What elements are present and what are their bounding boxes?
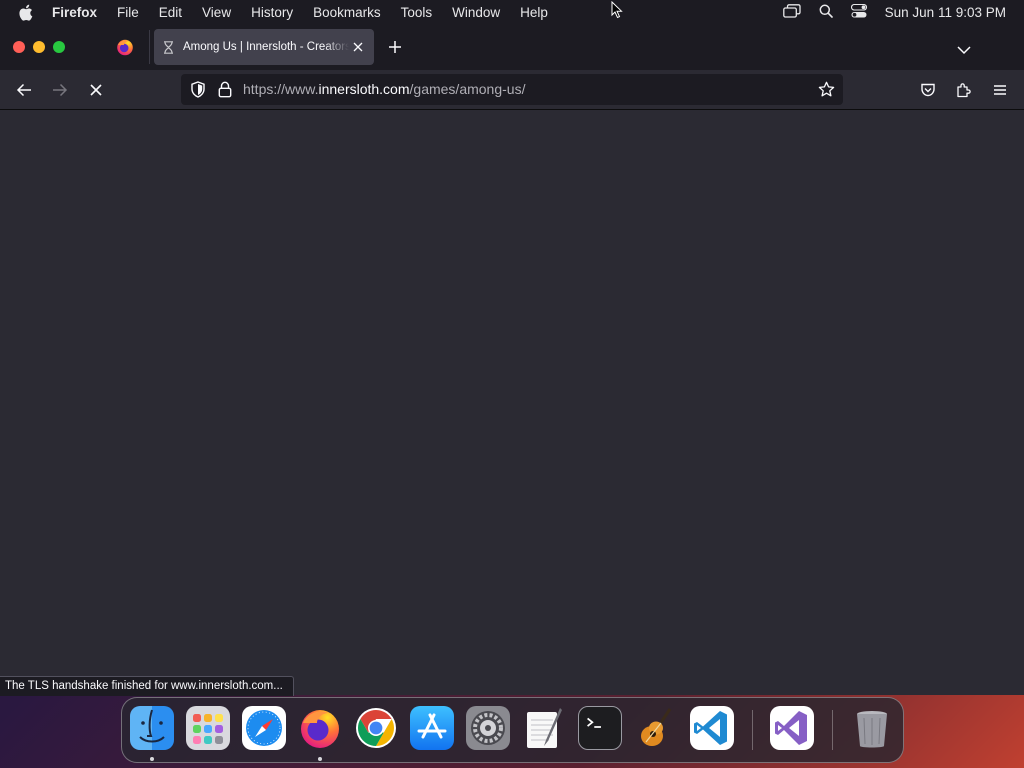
control-center-icon[interactable] (850, 3, 867, 21)
tab-title: Among Us | Innersloth - Creators of Amon… (183, 41, 349, 53)
url-domain: innersloth.com (318, 81, 410, 97)
extensions-puzzle-icon[interactable] (956, 82, 972, 98)
dock-garageband-icon[interactable] (634, 706, 678, 750)
bookmark-star-icon[interactable] (818, 81, 835, 98)
dock-launchpad-icon[interactable] (186, 706, 230, 750)
menu-window[interactable]: Window (452, 5, 500, 20)
dock-app-store-icon[interactable] (410, 706, 454, 750)
menu-help[interactable]: Help (520, 5, 548, 20)
tab-close-icon[interactable] (352, 40, 364, 52)
dock-finder-icon[interactable] (130, 706, 174, 750)
dock-safari-icon[interactable] (242, 706, 286, 750)
list-all-tabs-chevron-icon[interactable] (957, 42, 971, 55)
url-prefix: https://www. (243, 81, 319, 97)
menu-file[interactable]: File (117, 5, 139, 20)
navigation-toolbar: https://www.innersloth.com/games/among-u… (0, 70, 1024, 110)
screen-mirroring-icon[interactable] (782, 3, 801, 21)
macos-dock (121, 697, 904, 763)
macos-menu-bar: Firefox File Edit View History Bookmarks… (0, 0, 1024, 24)
dock-separator (752, 710, 753, 750)
status-panel: The TLS handshake finished for www.inner… (0, 676, 294, 696)
padlock-secure-icon[interactable] (218, 81, 232, 98)
hourglass-loading-icon (163, 40, 175, 54)
address-bar[interactable]: https://www.innersloth.com/games/among-u… (181, 74, 843, 105)
dock-firefox-icon[interactable] (298, 706, 342, 750)
dock-firefox-running-dot (318, 757, 322, 761)
menu-edit[interactable]: Edit (159, 5, 182, 20)
dock-trash-icon[interactable] (850, 706, 894, 750)
menu-view[interactable]: View (202, 5, 231, 20)
tracking-protection-shield-icon[interactable] (190, 81, 206, 98)
dock-visual-studio-icon[interactable] (770, 706, 814, 750)
menu-tools[interactable]: Tools (401, 5, 433, 20)
pocket-icon[interactable] (920, 82, 936, 98)
mouse-cursor-icon (611, 1, 623, 19)
firefox-view-icon[interactable] (116, 38, 134, 56)
new-tab-plus-icon[interactable] (388, 40, 402, 54)
menu-bookmarks[interactable]: Bookmarks (313, 5, 381, 20)
dock-textedit-icon[interactable] (522, 706, 566, 750)
menu-app-name[interactable]: Firefox (52, 5, 97, 20)
back-arrow-icon[interactable] (16, 82, 32, 98)
menu-history[interactable]: History (251, 5, 293, 20)
stop-loading-icon[interactable] (88, 82, 104, 98)
tab-strip: Among Us | Innersloth - Creators of Amon… (0, 24, 1024, 70)
apple-logo-icon[interactable] (18, 4, 38, 21)
spotlight-search-icon[interactable] (819, 4, 833, 21)
window-close-button[interactable] (13, 41, 25, 53)
dock-terminal-icon[interactable] (578, 706, 622, 750)
dock-vscode-icon[interactable] (690, 706, 734, 750)
dock-finder-running-dot (150, 757, 154, 761)
page-content-area[interactable] (0, 111, 1024, 695)
tab-among-us[interactable]: Among Us | Innersloth - Creators of Amon… (154, 29, 374, 65)
dock-chrome-icon[interactable] (354, 706, 398, 750)
window-minimize-button[interactable] (33, 41, 45, 53)
hamburger-menu-icon[interactable] (992, 82, 1008, 98)
url-path: /games/among-us/ (409, 81, 526, 97)
dock-separator (832, 710, 833, 750)
url-text[interactable]: https://www.innersloth.com/games/among-u… (243, 81, 525, 97)
tab-separator (149, 30, 150, 64)
dock-system-preferences-icon[interactable] (466, 706, 510, 750)
window-maximize-button[interactable] (53, 41, 65, 53)
menu-bar-clock[interactable]: Sun Jun 11 9:03 PM (885, 5, 1006, 20)
forward-arrow-icon[interactable] (52, 82, 68, 98)
firefox-window: Among Us | Innersloth - Creators of Amon… (0, 24, 1024, 695)
